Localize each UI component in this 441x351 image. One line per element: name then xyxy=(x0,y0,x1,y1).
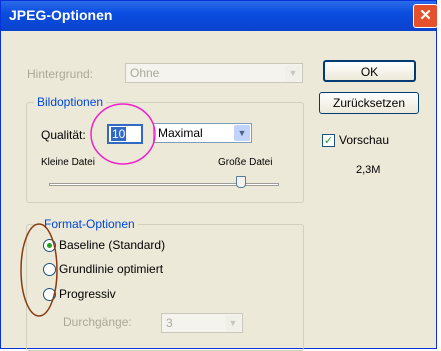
annotation-overlay xyxy=(20,103,156,317)
jpeg-options-dialog: JPEG-Optionen ✕ Hintergrund: Ohne ▼ OK Z… xyxy=(0,0,438,351)
quality-highlight-circle xyxy=(90,103,156,165)
radio-highlight-oval xyxy=(20,223,58,317)
